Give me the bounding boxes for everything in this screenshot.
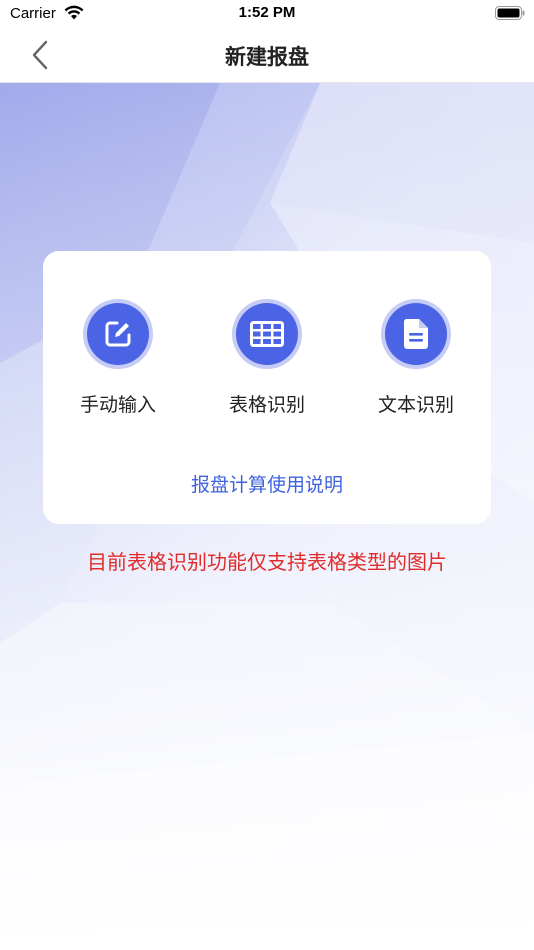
table-recognition-label: 表格识别: [228, 394, 305, 416]
battery-icon: [495, 6, 525, 20]
manual-input-option[interactable]: 手动输入: [58, 299, 178, 417]
document-icon: [403, 319, 428, 349]
text-recognition-icon-ring: [381, 299, 451, 369]
table-recognition-icon-bg: [236, 303, 298, 365]
text-recognition-label: 文本识别: [377, 394, 454, 416]
manual-input-label: 手动输入: [79, 394, 156, 416]
text-recognition-icon-bg: [385, 303, 447, 365]
table-recognition-icon-ring: [232, 299, 302, 369]
status-time: 1:52 PM: [238, 4, 296, 21]
edit-icon: [105, 321, 131, 347]
input-method-card: 手动输入 表格识别 文本识别 报盘计算使用说明: [43, 251, 491, 524]
status-bar: Carrier 1:52 PM: [0, 0, 534, 28]
page-title: 新建报盘: [225, 45, 309, 69]
navigation-bar: 新建报盘: [0, 28, 534, 83]
table-recognition-option[interactable]: 表格识别: [207, 299, 327, 417]
recognition-notice: 目前表格识别功能仅支持表格类型的图片: [87, 550, 447, 574]
manual-input-icon-bg: [87, 303, 149, 365]
manual-input-icon-ring: [83, 299, 153, 369]
usage-guide-link[interactable]: 报盘计算使用说明: [43, 470, 491, 497]
text-recognition-option[interactable]: 文本识别: [356, 299, 476, 417]
grid-table-icon: [250, 321, 284, 347]
